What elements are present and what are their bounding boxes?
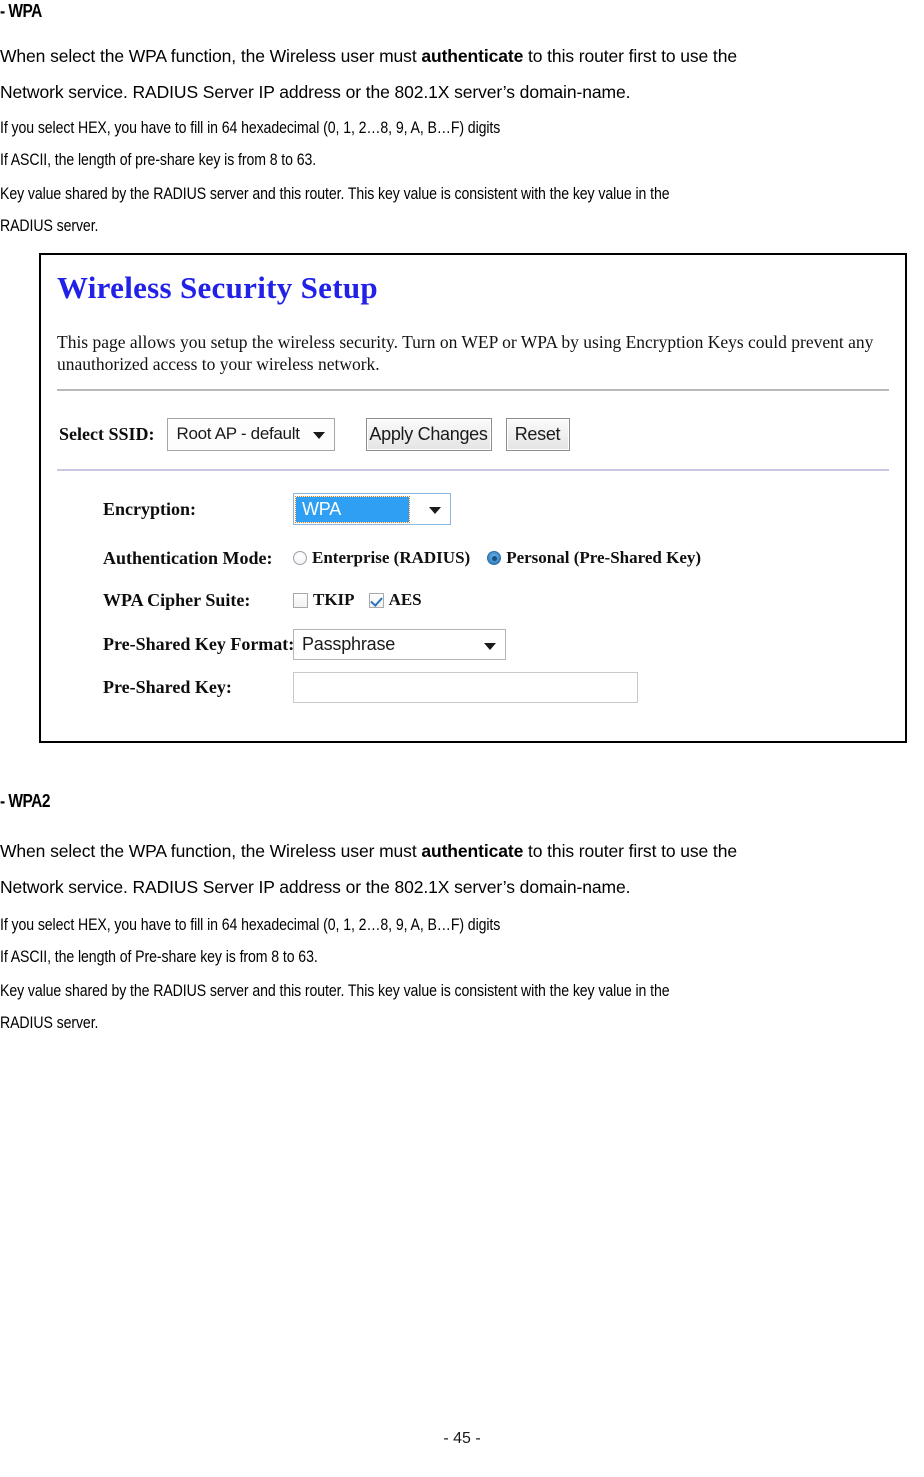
paragraph-wpa2-hex: If you select HEX, you have to fill in 6… [0, 916, 501, 934]
paragraph-text: When select the WPA function, the Wirele… [0, 841, 422, 861]
paragraph-wpa-hex: If you select HEX, you have to fill in 6… [0, 119, 501, 137]
page-description: This page allows you setup the wireless … [57, 332, 874, 374]
psk-row: Pre-Shared Key: [103, 672, 891, 703]
radio-personal-psk[interactable] [487, 551, 502, 565]
paragraph-wpa-keyvalue-line1: Key value shared by the RADIUS server an… [0, 185, 670, 203]
chevron-down-icon [312, 432, 325, 439]
page-title: Wireless Security Setup [57, 270, 378, 305]
paragraph-text-tail: to this router first to use the [523, 841, 737, 861]
paragraph-text: When select the WPA function, the Wirele… [0, 46, 422, 66]
authentication-mode-label: Authentication Mode: [103, 547, 273, 568]
psk-label: Pre-Shared Key: [103, 677, 232, 697]
paragraph-text-tail: to this router first to use the [523, 46, 737, 66]
checkbox-tkip-label: TKIP [313, 590, 355, 609]
paragraph-wpa2-line2: Network service. RADIUS Server IP addres… [0, 877, 631, 897]
router-ui-screenshot: Wireless Security Setup This page allows… [39, 253, 907, 743]
paragraph-wpa2-keyvalue-line2: RADIUS server. [0, 1014, 99, 1032]
divider-middle [57, 469, 889, 471]
emphasis-authenticate: authenticate [421, 841, 524, 861]
encryption-select[interactable]: WPA [293, 493, 451, 525]
paragraph-wpa-line2: Network service. RADIUS Server IP addres… [0, 82, 631, 102]
page-footer: - 45 - [443, 1430, 481, 1447]
section-heading-wpa: - WPA [0, 1, 42, 21]
wpa-cipher-suite-label: WPA Cipher Suite: [103, 589, 251, 610]
authentication-mode-row: Authentication Mode: Enterprise (RADIUS)… [103, 543, 891, 573]
encryption-select-value: WPA [295, 495, 410, 523]
psk-format-label: Pre-Shared Key Format: [103, 634, 295, 654]
ssid-select-value: Root AP - default [176, 424, 300, 443]
radio-personal-psk-label: Personal (Pre-Shared Key) [506, 548, 702, 567]
section-heading-wpa2: - WPA2 [0, 791, 50, 811]
apply-changes-button[interactable]: Apply Changes [365, 417, 492, 451]
checkbox-aes-label: AES [388, 590, 422, 609]
wpa-cipher-suite-row: WPA Cipher Suite: TKIP AES [103, 585, 891, 615]
chevron-down-icon [484, 642, 496, 650]
emphasis-authenticate: authenticate [421, 46, 524, 66]
paragraph-wpa-keyvalue-line2: RADIUS server. [0, 217, 99, 235]
paragraph-wpa2-keyvalue-line1: Key value shared by the RADIUS server an… [0, 982, 670, 1000]
chevron-down-icon [429, 507, 441, 514]
select-ssid-label: Select SSID: [59, 423, 155, 444]
radio-enterprise-radius[interactable] [293, 551, 307, 565]
paragraph-wpa-ascii: If ASCII, the length of pre-share key is… [0, 151, 317, 169]
checkbox-tkip[interactable] [293, 592, 308, 608]
select-ssid-row: Select SSID: Root AP - default Apply Cha… [59, 417, 891, 451]
psk-format-row: Pre-Shared Key Format: Passphrase [103, 629, 891, 660]
psk-input[interactable] [293, 672, 638, 703]
psk-format-select[interactable]: Passphrase [293, 629, 506, 660]
encryption-row: Encryption: WPA [103, 493, 891, 525]
paragraph-wpa-line1: When select the WPA function, the Wirele… [0, 38, 924, 74]
radio-enterprise-radius-label: Enterprise (RADIUS) [312, 548, 471, 567]
security-form: Encryption: WPA Authentication Mode: Ent… [103, 493, 891, 703]
encryption-label: Encryption: [103, 498, 197, 519]
reset-button[interactable]: Reset [505, 417, 570, 451]
paragraph-wpa2-line1: When select the WPA function, the Wirele… [0, 833, 924, 869]
ssid-select[interactable]: Root AP - default [166, 417, 335, 451]
checkbox-aes[interactable] [368, 592, 384, 608]
paragraph-wpa2-ascii: If ASCII, the length of Pre-share key is… [0, 948, 318, 966]
divider-top [57, 389, 889, 391]
psk-format-select-value: Passphrase [302, 634, 396, 654]
